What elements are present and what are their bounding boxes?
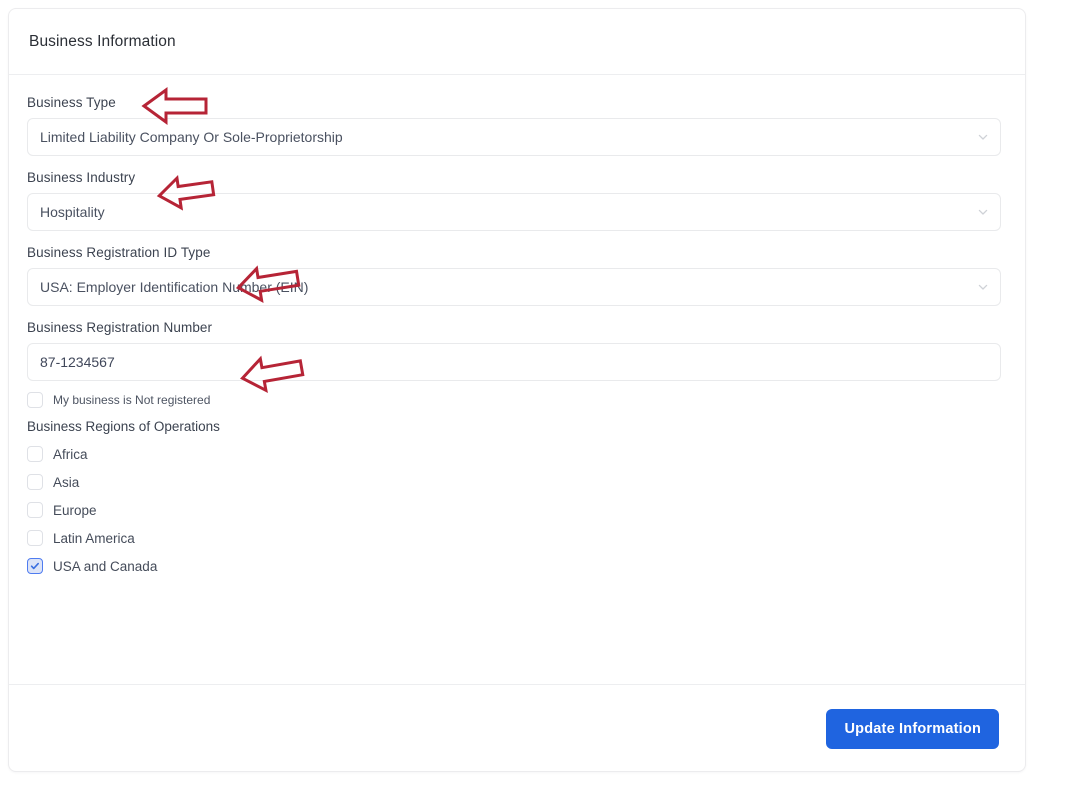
region-label-usa-and-canada: USA and Canada [53, 558, 158, 574]
region-row-usa-and-canada[interactable]: USA and Canada [27, 552, 1007, 580]
label-registration-id-type: Business Registration ID Type [27, 245, 211, 260]
regions-checkbox-group: Africa Asia Europe Latin America USA and… [27, 440, 1007, 580]
card-body: Business Type Limited Liability Company … [9, 75, 1025, 684]
business-industry-select[interactable]: Hospitality [27, 193, 1001, 231]
region-row-europe[interactable]: Europe [27, 496, 1007, 524]
registration-number-input[interactable]: 87-1234567 [27, 343, 1001, 381]
region-row-latin-america[interactable]: Latin America [27, 524, 1007, 552]
field-business-industry: Business Industry Hospitality [27, 170, 1007, 231]
not-registered-checkbox-label: My business is Not registered [53, 392, 211, 407]
region-label-africa: Africa [53, 446, 88, 462]
region-label-latin-america: Latin America [53, 530, 135, 546]
region-checkbox-asia[interactable] [27, 474, 43, 490]
registration-id-type-select[interactable]: USA: Employer Identification Number (EIN… [27, 268, 1001, 306]
card-header: Business Information [9, 9, 1025, 75]
business-type-select-value[interactable]: Limited Liability Company Or Sole-Propri… [27, 118, 1001, 156]
page-title: Business Information [29, 32, 176, 50]
registration-id-type-select-value[interactable]: USA: Employer Identification Number (EIN… [27, 268, 1001, 306]
not-registered-checkbox[interactable] [27, 391, 43, 408]
region-checkbox-europe[interactable] [27, 502, 43, 518]
regions-group-label: Business Regions of Operations [27, 419, 220, 434]
region-checkbox-latin-america[interactable] [27, 530, 43, 546]
region-row-asia[interactable]: Asia [27, 468, 1007, 496]
label-business-industry: Business Industry [27, 170, 136, 185]
checkmark-icon [30, 562, 39, 570]
field-registration-id-type: Business Registration ID Type USA: Emplo… [27, 245, 1007, 306]
region-row-africa[interactable]: Africa [27, 440, 1007, 468]
region-checkbox-usa-and-canada[interactable] [27, 558, 43, 574]
update-information-button[interactable]: Update Information [826, 708, 999, 749]
label-business-type: Business Type [27, 95, 116, 110]
region-checkbox-africa[interactable] [27, 446, 43, 462]
page-root: Business Information Business Type Limit… [0, 0, 1082, 787]
field-registration-number: Business Registration Number 87-1234567 [27, 320, 1007, 381]
label-registration-number: Business Registration Number [27, 320, 213, 335]
business-industry-select-value[interactable]: Hospitality [27, 193, 1001, 231]
field-business-type: Business Type Limited Liability Company … [27, 95, 1007, 156]
business-type-select[interactable]: Limited Liability Company Or Sole-Propri… [27, 118, 1001, 156]
card-footer: Update Information [9, 684, 1025, 771]
business-information-card: Business Information Business Type Limit… [8, 8, 1026, 772]
region-label-europe: Europe [53, 502, 97, 518]
not-registered-checkbox-row[interactable]: My business is Not registered [27, 388, 1007, 411]
region-label-asia: Asia [53, 474, 80, 490]
